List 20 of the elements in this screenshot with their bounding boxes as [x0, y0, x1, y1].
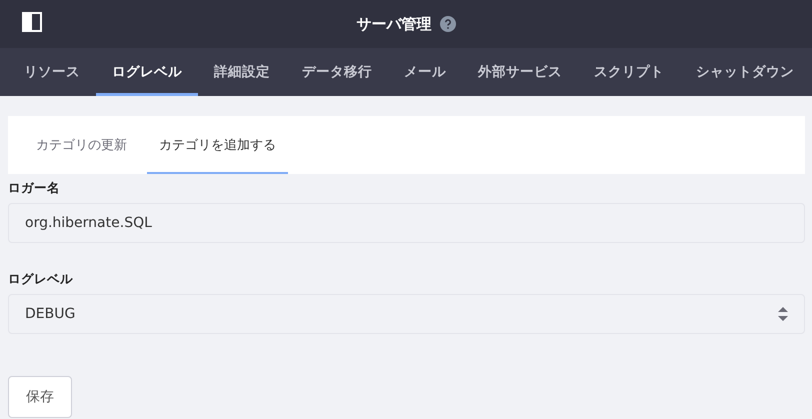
sidebar-toggle-icon[interactable] — [22, 12, 42, 32]
log-level-select[interactable]: DEBUG — [8, 294, 805, 334]
field-label: ロガー名 — [8, 180, 61, 197]
nav-tab[interactable]: 外部サービス — [462, 48, 578, 96]
save-button[interactable]: 保存 — [8, 376, 72, 418]
help-icon[interactable] — [440, 16, 456, 32]
nav-tab[interactable]: メール — [388, 48, 462, 96]
sub-tab[interactable]: カテゴリを追加する — [147, 116, 288, 174]
field-label: ログレベル — [8, 271, 74, 288]
nav-tab[interactable]: ログレベル — [96, 48, 198, 96]
nav-tab[interactable]: データ移行 — [286, 48, 388, 96]
nav-tab[interactable]: シャットダウン — [680, 48, 810, 96]
page-title: サーバ管理 — [356, 14, 432, 34]
logger-name-field[interactable]: org.hibernate.SQL — [8, 203, 805, 243]
nav-tab[interactable]: 詳細設定 — [198, 48, 286, 96]
select-value: DEBUG — [25, 306, 76, 322]
sub-tab[interactable]: カテゴリの更新 — [24, 116, 139, 174]
nav-tab[interactable]: リソース — [8, 48, 96, 96]
nav-tab[interactable]: スクリプト — [578, 48, 680, 96]
sort-arrows-icon — [778, 307, 788, 321]
